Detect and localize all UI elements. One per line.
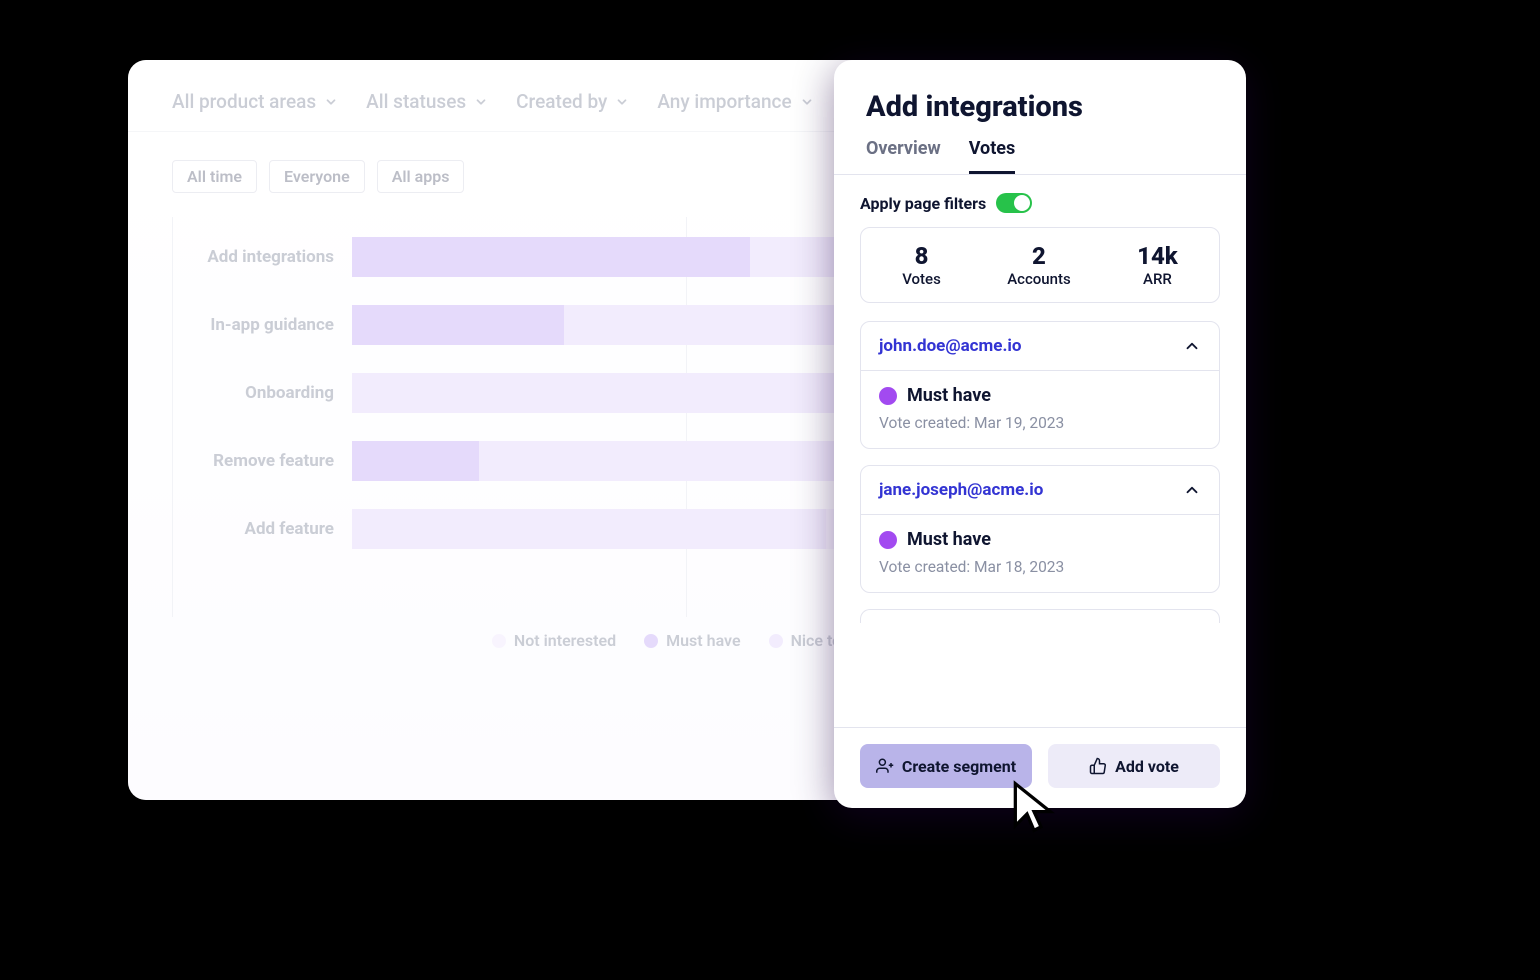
chevron-down-icon <box>474 95 488 109</box>
chevron-down-icon <box>800 95 814 109</box>
chart-row-label: Add feature <box>172 519 352 539</box>
filter-label: Any importance <box>657 90 791 113</box>
stats-card: 8 Votes 2 Accounts 14k ARR <box>860 227 1220 303</box>
add-vote-button[interactable]: Add vote <box>1048 744 1220 788</box>
user-plus-icon <box>876 757 894 775</box>
chip-all-time[interactable]: All time <box>172 160 257 193</box>
vote-importance: Must have <box>879 385 1201 406</box>
side-panel: Add integrations Overview Votes Apply pa… <box>834 60 1246 808</box>
legend-item-must-have: Must have <box>644 631 740 650</box>
stat-accounts: 2 Accounts <box>1007 242 1071 288</box>
apply-page-filters-label: Apply page filters <box>860 194 986 213</box>
tab-votes[interactable]: Votes <box>969 138 1016 174</box>
chip-everyone[interactable]: Everyone <box>269 160 365 193</box>
filter-statuses[interactable]: All statuses <box>366 90 488 113</box>
vote-card-peek <box>860 609 1220 623</box>
stat-votes: 8 Votes <box>902 242 941 288</box>
chevron-up-icon <box>1183 481 1201 499</box>
chevron-down-icon <box>615 95 629 109</box>
stat-arr: 14k ARR <box>1137 242 1178 288</box>
filter-product-areas[interactable]: All product areas <box>172 90 338 113</box>
vote-card-header[interactable]: jane.joseph@acme.io <box>861 466 1219 515</box>
vote-importance: Must have <box>879 529 1201 550</box>
vote-created-date: Vote created: Mar 19, 2023 <box>879 414 1201 432</box>
chevron-up-icon <box>1183 337 1201 355</box>
panel-tabs: Overview Votes <box>834 124 1246 175</box>
voter-email: john.doe@acme.io <box>879 336 1021 356</box>
vote-card: jane.joseph@acme.io Must have Vote creat… <box>860 465 1220 593</box>
cursor-icon <box>1006 776 1062 838</box>
filter-importance[interactable]: Any importance <box>657 90 813 113</box>
chart-row-label: In-app guidance <box>172 315 352 335</box>
chart-row-label: Onboarding <box>172 383 352 403</box>
thumbs-up-icon <box>1089 757 1107 775</box>
importance-dot-icon <box>879 387 897 405</box>
apply-page-filters-toggle[interactable] <box>996 193 1032 213</box>
importance-dot-icon <box>879 531 897 549</box>
filter-label: All statuses <box>366 90 466 113</box>
vote-card: john.doe@acme.io Must have Vote created:… <box>860 321 1220 449</box>
panel-title: Add integrations <box>866 90 1214 124</box>
legend-item-not-interested: Not interested <box>492 631 616 650</box>
chip-all-apps[interactable]: All apps <box>377 160 465 193</box>
chart-row-label: Add integrations <box>172 247 352 267</box>
chart-row-label: Remove feature <box>172 451 352 471</box>
vote-card-header[interactable]: john.doe@acme.io <box>861 322 1219 371</box>
chevron-down-icon <box>324 95 338 109</box>
voter-email: jane.joseph@acme.io <box>879 480 1043 500</box>
tab-overview[interactable]: Overview <box>866 138 941 174</box>
filter-label: All product areas <box>172 90 316 113</box>
filter-created-by[interactable]: Created by <box>516 90 629 113</box>
vote-created-date: Vote created: Mar 18, 2023 <box>879 558 1201 576</box>
filter-label: Created by <box>516 90 607 113</box>
